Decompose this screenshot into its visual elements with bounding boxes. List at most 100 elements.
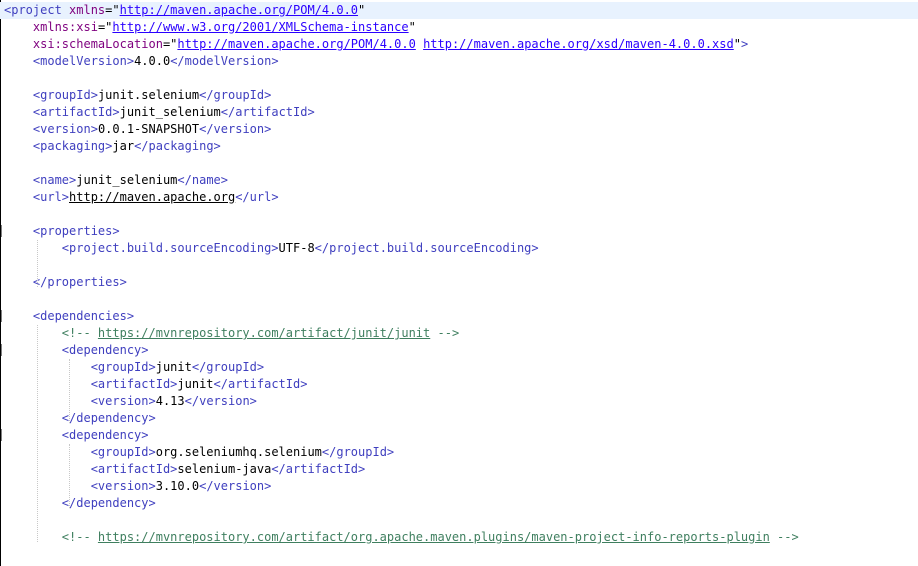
xml-tag-token: </dependency> xyxy=(61,411,156,425)
comment-link[interactable]: https://mvnrepository.com/artifact/org.a… xyxy=(98,530,770,544)
fold-marker[interactable] xyxy=(1,429,2,441)
xml-tag-token: <packaging> xyxy=(32,139,113,153)
xml-tag-token: </version> xyxy=(184,394,257,408)
punctuation-token: =" xyxy=(105,3,120,17)
code-line[interactable]: <groupId>org.seleniumhq.selenium</groupI… xyxy=(0,444,394,461)
xml-tag-token: <version> xyxy=(90,394,156,408)
text-token: jar xyxy=(112,139,135,153)
text-token: junit.selenium xyxy=(97,88,200,102)
text-token: UTF-8 xyxy=(278,241,315,255)
xml-code-editor[interactable]: <project xmlns="http://maven.apache.org/… xyxy=(0,0,918,566)
code-line[interactable]: xsi:schemaLocation="http://maven.apache.… xyxy=(0,36,748,53)
punctuation-token: " xyxy=(733,37,741,51)
xml-tag-token: <version> xyxy=(90,479,156,493)
xml-attribute-token: xmlns xyxy=(69,3,106,17)
code-line[interactable] xyxy=(0,206,4,223)
code-line[interactable]: <properties> xyxy=(0,223,120,240)
punctuation-token: =" xyxy=(162,37,178,51)
xml-comment-token: <!-- xyxy=(61,326,98,340)
xml-tag-token: <dependency> xyxy=(61,428,149,442)
xml-tag-token: <url> xyxy=(32,190,70,204)
text-token: junit xyxy=(177,377,214,391)
code-line[interactable]: <version>4.13</version> xyxy=(0,393,257,410)
code-line[interactable] xyxy=(0,70,4,87)
comment-link[interactable]: https://mvnrepository.com/artifact/junit… xyxy=(98,326,430,340)
code-line[interactable]: <groupId>junit.selenium</groupId> xyxy=(0,87,271,104)
xml-tag-token: </url> xyxy=(235,190,279,204)
attribute-value-link[interactable]: http://maven.apache.org/POM/4.0.0 xyxy=(120,3,358,17)
code-line[interactable]: <url>http://maven.apache.org</url> xyxy=(0,189,279,206)
punctuation-token: " xyxy=(408,20,416,34)
code-line[interactable] xyxy=(0,291,4,308)
xml-tag-token: </artifactId> xyxy=(213,377,308,391)
fold-marker[interactable] xyxy=(1,344,2,356)
code-line[interactable]: <groupId>junit</groupId> xyxy=(0,359,264,376)
code-line[interactable]: <project.build.sourceEncoding>UTF-8</pro… xyxy=(0,240,539,257)
xml-tag-token: </name> xyxy=(177,173,228,187)
code-line[interactable] xyxy=(0,155,4,172)
xml-attribute-token: xmlns:xsi xyxy=(32,20,98,34)
code-line[interactable]: <artifactId>selenium-java</artifactId> xyxy=(0,461,366,478)
code-line[interactable] xyxy=(0,512,4,529)
indent-guide xyxy=(69,444,70,508)
attribute-value-link[interactable]: http://maven.apache.org/POM/4.0.0 xyxy=(177,37,415,51)
xml-attribute-token: xsi:schemaLocation xyxy=(32,37,163,51)
code-line[interactable]: <modelVersion>4.0.0</modelVersion> xyxy=(0,53,279,70)
xml-tag-token: <groupId> xyxy=(90,360,156,374)
fold-marker[interactable] xyxy=(1,310,2,322)
code-line[interactable]: <artifactId>junit_selenium</artifactId> xyxy=(0,104,315,121)
text-token: org.seleniumhq.selenium xyxy=(155,445,322,459)
code-line[interactable]: <version>0.0.1-SNAPSHOT</version> xyxy=(0,121,271,138)
code-line[interactable]: <version>3.10.0</version> xyxy=(0,478,272,495)
text-token: selenium-java xyxy=(177,462,272,476)
url-link[interactable]: http://maven.apache.org xyxy=(69,190,235,204)
code-line-current[interactable]: <project xmlns="http://maven.apache.org/… xyxy=(0,2,918,19)
xml-tag-token: <groupId> xyxy=(90,445,156,459)
indent-guide xyxy=(37,325,38,542)
xml-comment-token: --> xyxy=(430,326,460,340)
xml-tag-token: <artifactId> xyxy=(90,462,178,476)
xml-tag-token: </properties> xyxy=(32,275,127,289)
code-line[interactable]: <!-- https://mvnrepository.com/artifact/… xyxy=(0,325,459,342)
code-line[interactable]: <name>junit_selenium</name> xyxy=(0,172,228,189)
code-line[interactable]: <dependency> xyxy=(0,342,149,359)
code-line[interactable]: xmlns:xsi="http://www.w3.org/2001/XMLSch… xyxy=(0,19,416,36)
xml-tag-token: <dependency> xyxy=(61,343,149,357)
xml-comment-token: <!-- xyxy=(61,530,98,544)
attribute-value-link[interactable]: http://maven.apache.org/xsd/maven-4.0.0.… xyxy=(423,37,734,51)
xml-tag-token: </dependency> xyxy=(61,496,156,510)
text-token: 0.0.1-SNAPSHOT xyxy=(97,122,200,136)
fold-marker[interactable] xyxy=(1,225,2,237)
code-line[interactable]: </dependency> xyxy=(0,495,156,512)
xml-comment-token: --> xyxy=(769,530,799,544)
indent-guide xyxy=(37,240,38,287)
xml-tag-token: </groupId> xyxy=(321,445,395,459)
code-line[interactable]: <artifactId>junit</artifactId> xyxy=(0,376,308,393)
xml-tag-token: </groupId> xyxy=(199,88,272,102)
xml-tag-token: </groupId> xyxy=(191,360,265,374)
code-line[interactable]: </properties> xyxy=(0,274,127,291)
code-line[interactable]: <dependency> xyxy=(0,427,149,444)
code-line[interactable]: <dependencies> xyxy=(0,308,134,325)
text-token: 4.13 xyxy=(155,394,185,408)
text-token: 3.10.0 xyxy=(155,479,200,493)
code-line[interactable] xyxy=(0,257,4,274)
attribute-value-link[interactable]: http://www.w3.org/2001/XMLSchema-instanc… xyxy=(112,20,408,34)
xml-tag-token: <groupId> xyxy=(32,88,98,102)
code-line[interactable]: </dependency> xyxy=(0,410,156,427)
code-line[interactable]: <packaging>jar</packaging> xyxy=(0,138,221,155)
code-line[interactable]: <!-- https://mvnrepository.com/artifact/… xyxy=(0,529,799,546)
